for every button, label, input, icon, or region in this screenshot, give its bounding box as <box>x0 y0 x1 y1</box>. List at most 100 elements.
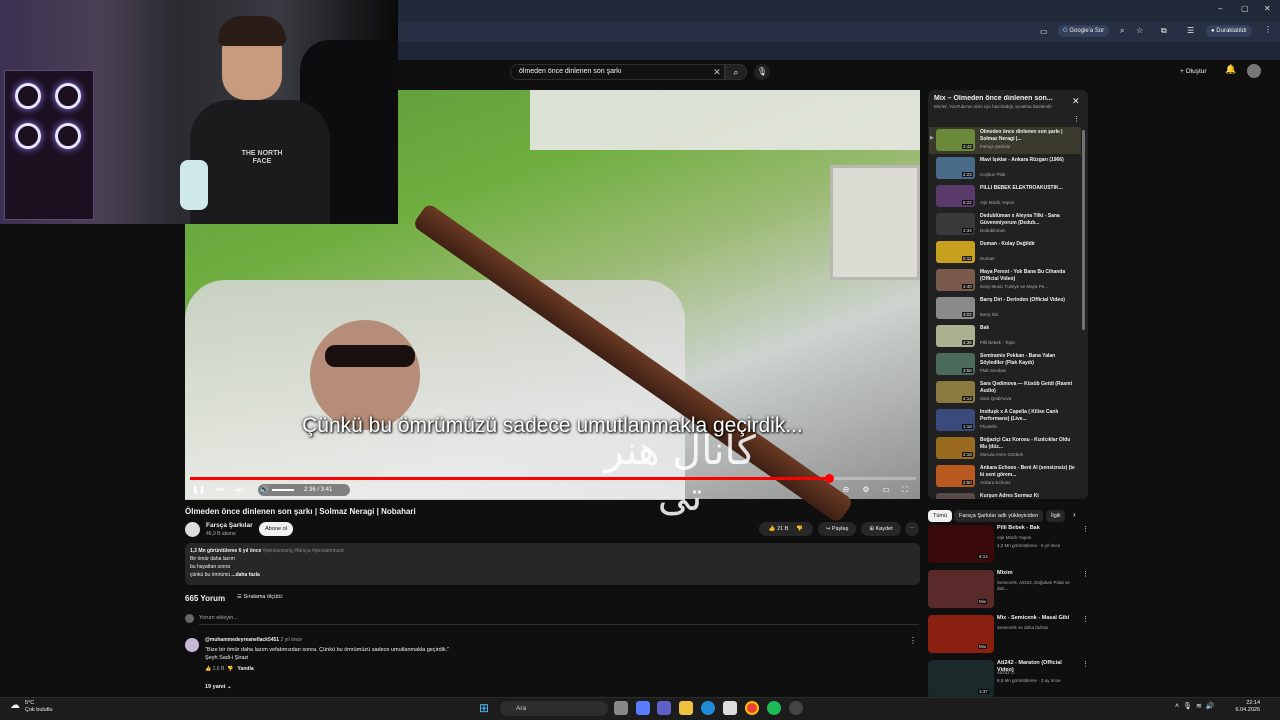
copilot-icon[interactable] <box>636 701 650 715</box>
fullscreen-icon[interactable]: ⛶ <box>899 484 911 496</box>
playlist-scrollbar[interactable] <box>1082 130 1085 330</box>
volume-slider[interactable] <box>272 489 294 491</box>
search-button[interactable]: ⌕ <box>725 64 747 80</box>
search-input[interactable]: ölmeden önce dinlenen son şarkı <box>510 64 725 80</box>
edge-icon[interactable] <box>701 701 715 715</box>
playlist-item[interactable]: 2:23 Mavi Işıklar - Ankara Rüzgarı (1966)… <box>929 155 1081 182</box>
teams-icon[interactable] <box>657 701 671 715</box>
thumbs-down-icon[interactable]: 👎 <box>227 666 233 672</box>
comment-author[interactable]: @muhammedeyreanellack5451 2 yıl önce <box>205 637 302 643</box>
thumbs-down-icon[interactable]: 👎 <box>796 526 803 532</box>
share-button[interactable]: ↪ Paylaş <box>818 522 856 536</box>
chevron-up-icon[interactable]: ˄ <box>1175 703 1183 710</box>
filter-chip[interactable]: Farsça Şarkılar adlı yükleyiciden <box>954 510 1044 522</box>
show-more-link[interactable]: ...daha fazla <box>231 572 259 578</box>
playlist-item[interactable]: 3:02 Barış Diri - Derinden (Official Vide… <box>929 295 1081 322</box>
cast-icon[interactable]: ▭ <box>1040 27 1048 36</box>
chevron-right-icon[interactable]: › <box>1073 510 1076 519</box>
volume-icon[interactable]: 🔊 <box>258 484 270 496</box>
recommended-video[interactable]: Mix Mix - Semicenk - Masal Gibi Semicenk v… <box>928 615 1089 657</box>
more-icon[interactable]: ⋮ <box>1082 615 1089 623</box>
app-icon[interactable] <box>789 701 803 715</box>
save-button[interactable]: ⊞ Kaydet <box>861 522 901 536</box>
sort-comments-button[interactable]: ☰ Sıralama ölçütü: <box>237 594 283 600</box>
zoom-icon[interactable]: ⌕ <box>1120 26 1124 36</box>
next-icon[interactable]: ⏭ <box>233 484 245 496</box>
playlist-item[interactable]: 4:14 Sara Qədimova — Küsüb Getdi (Rasmi A… <box>929 379 1081 406</box>
recommended-duration: Mix <box>978 644 987 649</box>
playlist-item[interactable]: Kurşun Adres Sormaz Ki <box>929 491 1081 499</box>
windows-start-icon[interactable]: ⊞ <box>479 702 489 714</box>
settings-icon[interactable]: ⚙ <box>860 484 872 496</box>
create-button[interactable]: + Oluştur <box>1180 65 1216 79</box>
browser-menu-icon[interactable]: ⋮ <box>1264 25 1272 34</box>
playlist-menu-icon[interactable]: ⋮ <box>1073 115 1080 123</box>
recommended-video[interactable]: Mix Mixim Semicenk, Ati242, Doğukan Polat … <box>928 570 1089 612</box>
autoplay-icon[interactable]: ⊖ <box>840 484 852 496</box>
channel-avatar[interactable] <box>185 522 200 537</box>
notifications-bell-icon[interactable]: 🔔 <box>1224 64 1238 78</box>
taskbar-clock[interactable]: 22:14 6.04.2026 <box>1232 700 1260 714</box>
view-replies-button[interactable]: 19 yanıt ⌄ <box>205 684 232 690</box>
channel-name[interactable]: Farsça Şarkılar <box>206 522 253 529</box>
close-window-button[interactable]: ✕ <box>1264 4 1271 13</box>
recommended-video[interactable]: 6:14 Pilli Bebek - Bak Aşk Müzik Yapım 4,2 … <box>928 525 1089 567</box>
close-playlist-icon[interactable]: ✕ <box>1072 96 1080 107</box>
filter-chip[interactable]: Tümü <box>928 510 953 522</box>
description-box[interactable]: 1,3 Mn görüntüleme 6 yıl önce #persianso… <box>185 543 920 585</box>
weather-cloud-icon[interactable]: ☁ <box>10 700 20 711</box>
playlist-item[interactable]: 4:40 Maya Perest - Yok Bana Bu Cihanda (O… <box>929 267 1081 294</box>
scrubber-handle[interactable] <box>825 474 834 483</box>
comment-input[interactable]: Yorum ekleyin... <box>199 615 919 625</box>
weather-widget[interactable]: 5°C Çok bulutlu <box>25 700 53 714</box>
playlist-item[interactable]: 3:58 Semiramis Pekkan - Bana Yalan Söyled… <box>929 351 1081 378</box>
hashtags[interactable]: #persiansong #farsça #persianmusic <box>263 548 344 554</box>
thumbs-up-icon[interactable]: 👍 <box>205 666 211 672</box>
store-icon[interactable] <box>723 701 737 715</box>
minimize-button[interactable]: – <box>1218 4 1222 13</box>
pause-icon[interactable]: ❚❚ <box>192 484 205 496</box>
webcam-pc-case <box>4 70 94 220</box>
clear-search-icon[interactable]: ✕ <box>711 66 723 78</box>
playlist-item[interactable]: 2:50 Ankara Echoes - Beni Al (sensiznsiz)… <box>929 463 1081 490</box>
more-icon[interactable]: ⋮ <box>1082 570 1089 578</box>
playlist-item[interactable]: 1:18 İnstluşk x A Capella ( Kilise Canlı … <box>929 407 1081 434</box>
previous-icon[interactable]: ⏮ <box>214 484 226 496</box>
profile-paused-button[interactable]: ● Duraklatıldı <box>1206 25 1252 37</box>
playlist-item[interactable]: ▶ 3:42 Ölmeden önce dinlenen son şarkı | S… <box>929 127 1081 154</box>
speaker-icon[interactable]: 🔊 <box>1206 703 1219 710</box>
user-avatar[interactable] <box>1247 64 1261 78</box>
playlist-item[interactable]: 5:11 Duman - Kolay Değildir Duman <box>929 239 1081 266</box>
spotify-icon[interactable] <box>767 701 781 715</box>
file-explorer-icon[interactable] <box>679 701 693 715</box>
commenter-avatar[interactable] <box>185 638 199 652</box>
wifi-icon[interactable]: ≋ <box>1196 703 1206 710</box>
taskbar-search-input[interactable]: Ara <box>500 701 608 716</box>
google-ask-button[interactable]: G Google'a Sor <box>1058 25 1110 37</box>
playlist-item[interactable]: 4:36 Bak Pilli Bebek - Topic <box>929 323 1081 350</box>
filter-chip[interactable]: İlgili <box>1046 510 1066 522</box>
more-icon[interactable]: ⋮ <box>1082 525 1089 533</box>
more-icon[interactable]: ⋮ <box>1082 660 1089 668</box>
theater-mode-icon[interactable]: ▭ <box>880 484 892 496</box>
reply-button[interactable]: Yanıtla <box>238 666 254 672</box>
maximize-button[interactable]: ▢ <box>1241 4 1249 13</box>
playlist-item[interactable]: 2:34 Dedublüman x Aleyna Tilki - Sana Güv… <box>929 211 1081 238</box>
voice-search-button[interactable]: 🎙 <box>754 64 770 80</box>
chrome-icon[interactable] <box>745 701 759 715</box>
playlist-item-title: Boğaziçi Caz Korosu - Kızılcıklar Oldu M… <box>980 437 1071 450</box>
mic-tray-icon[interactable]: 🎙 <box>1183 703 1196 710</box>
more-actions-button[interactable]: ⋯ <box>905 522 919 536</box>
bookmark-star-icon[interactable]: ☆ <box>1136 26 1143 35</box>
task-view-icon[interactable] <box>614 701 628 715</box>
subscribe-button[interactable]: Abone ol <box>259 522 293 536</box>
comment-more-icon[interactable]: ⋮ <box>909 636 917 645</box>
recommended-video[interactable]: 3:37 Ati242 - Maraton (Official Video) Ati… <box>928 660 1089 702</box>
tabs-icon[interactable]: ☰ <box>1187 26 1194 35</box>
playlist-item[interactable]: 2:18 Boğaziçi Caz Korosu - Kızılcıklar Ol… <box>929 435 1081 462</box>
playlist-item[interactable]: 6:22 PİLLİ BEBEK ELEKTROAKUSTİK... Aşk Müz… <box>929 183 1081 210</box>
system-tray[interactable]: ˄🎙≋🔊 <box>1175 702 1219 710</box>
extensions-icon[interactable]: ⧉ <box>1161 26 1167 36</box>
like-dislike-group[interactable]: 👍 21 B 👎 <box>759 522 813 536</box>
clock-date: 6.04.2026 <box>1235 707 1260 713</box>
